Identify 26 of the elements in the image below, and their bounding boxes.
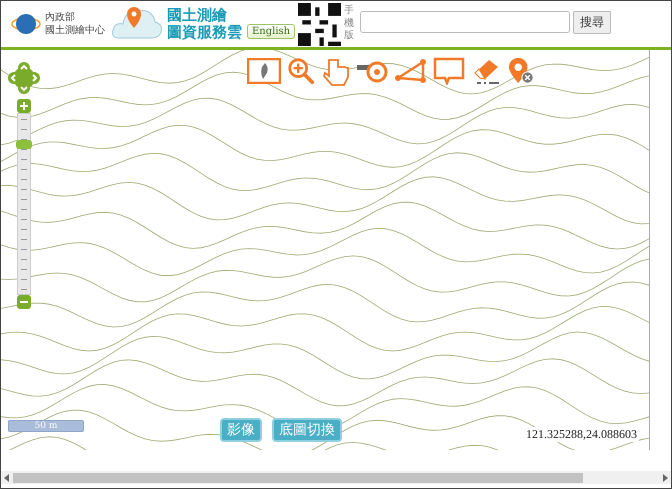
hand-pointer-icon[interactable] <box>321 56 351 86</box>
search-field[interactable] <box>360 11 570 33</box>
zoom-in-icon[interactable] <box>287 57 315 85</box>
scroll-left-icon[interactable] <box>4 474 10 482</box>
coordinates-readout: 121.325288,24.088603 <box>524 427 639 442</box>
site-title: 國土測繪 <box>167 7 228 24</box>
pin-remove-icon[interactable] <box>507 57 535 85</box>
measure-area-icon[interactable] <box>395 58 427 84</box>
taiwan-extent-icon[interactable] <box>247 58 281 84</box>
mobile-version-label[interactable]: 手機版 <box>344 5 354 43</box>
zoom-plus-icon[interactable] <box>17 99 31 113</box>
horizontal-scrollbar[interactable] <box>1 471 671 484</box>
search-button[interactable]: 搜尋 <box>573 10 612 34</box>
language-button[interactable]: English <box>247 24 296 38</box>
topographic-map[interactable]: 50 m 影像 底圖切換 121.325288,24.088603 <box>1 50 650 450</box>
site-title: 圖資服務雲 <box>167 24 242 41</box>
agency-name: 國土測繪中心 <box>45 24 105 37</box>
zoom-minus-icon[interactable] <box>17 295 31 309</box>
scroll-right-icon[interactable] <box>662 474 668 482</box>
scale-bar: 50 m <box>8 420 84 432</box>
qr-code-icon <box>298 2 342 46</box>
zoom-slider-thumb[interactable] <box>16 140 32 148</box>
speech-bubble-icon[interactable] <box>433 57 465 85</box>
pan-arrows-icon[interactable] <box>8 62 40 94</box>
measure-distance-icon[interactable] <box>357 59 389 83</box>
agency-name: 內政部 <box>45 11 76 24</box>
